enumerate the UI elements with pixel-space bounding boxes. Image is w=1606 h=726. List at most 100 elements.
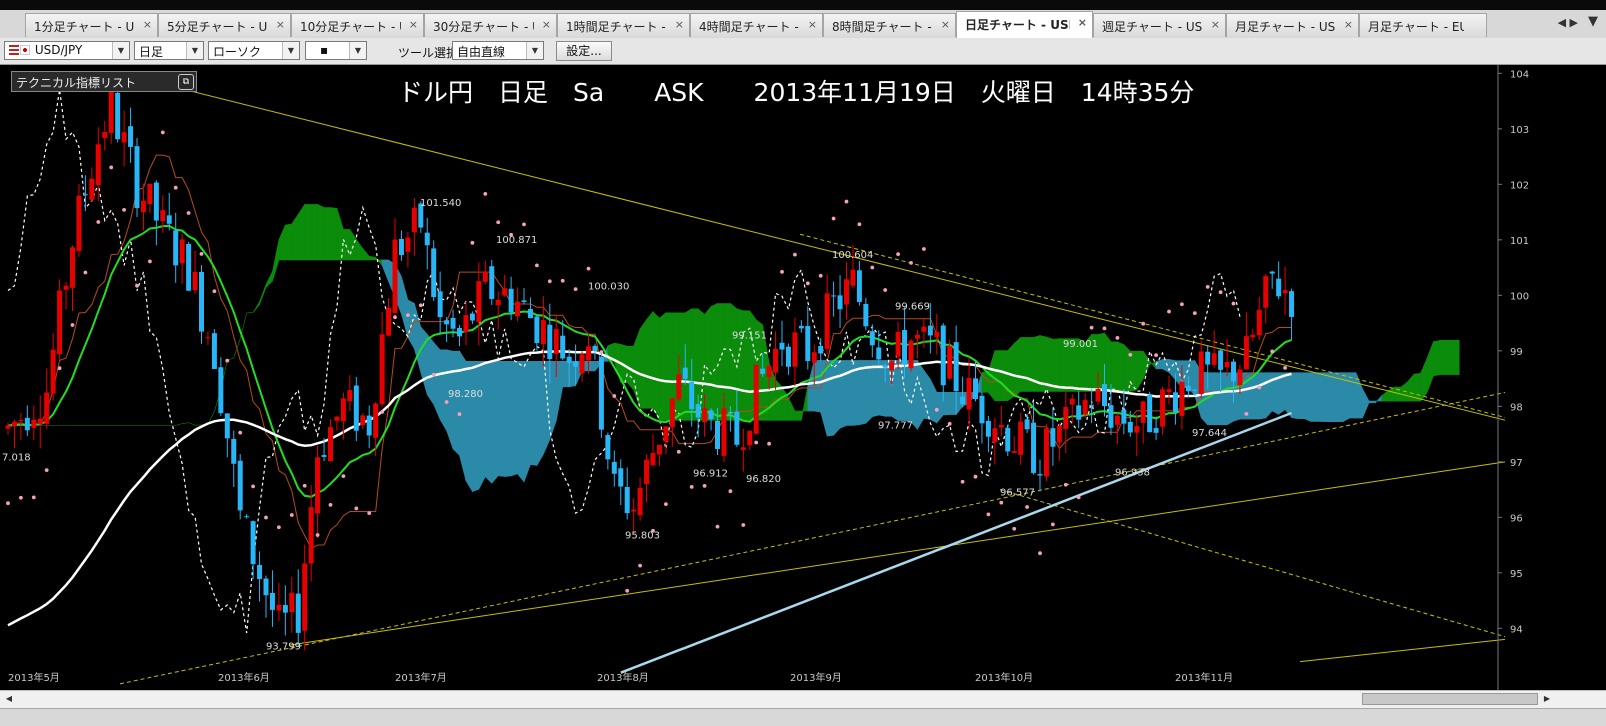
tab-label: 10分足チャート - USD/JPY: [300, 18, 401, 35]
candle-body: [554, 329, 559, 354]
candle-body: [438, 291, 443, 317]
us-flag-icon: [9, 45, 19, 55]
candle-body: [1250, 335, 1255, 337]
tab-label: 1時間足チャート - USD/JPY: [566, 18, 667, 35]
chart-area[interactable]: 103.736101.540100.871100.030100.60499.66…: [0, 65, 1606, 690]
tab-scroll-arrow-icon[interactable]: ◀ ▶: [1558, 16, 1578, 29]
cloud-segment: [1105, 333, 1111, 391]
tab-11[interactable]: 月足チャート - EUR/USD: [1359, 13, 1487, 37]
candle-body: [1063, 407, 1068, 429]
close-icon[interactable]: ×: [1078, 16, 1087, 29]
candle-body: [986, 421, 991, 437]
time-axis-label: 2013年7月: [395, 671, 447, 684]
candle-body: [425, 233, 430, 246]
scrollbar-thumb[interactable]: [1362, 693, 1538, 705]
candle-body: [328, 427, 333, 461]
cloud-segment: [176, 424, 182, 426]
scroll-left-icon[interactable]: ◀: [2, 693, 16, 705]
price-tick-label: 96: [1510, 513, 1523, 524]
candle-body: [347, 390, 352, 401]
timeframe-value: 日足: [139, 45, 163, 59]
cloud-segment: [730, 303, 736, 420]
cloud-segment: [266, 272, 272, 288]
tab-2[interactable]: 5分足チャート - USD/JPY×: [158, 13, 291, 37]
line-style-select[interactable]: ▪ ▼: [305, 41, 367, 60]
candle-body: [64, 286, 69, 290]
close-icon[interactable]: ×: [675, 18, 684, 31]
tab-8[interactable]: 日足チャート - USD/JPY×: [956, 11, 1093, 38]
tab-menu-icon[interactable]: ▼: [1588, 14, 1598, 29]
price-chart[interactable]: 103.736101.540100.871100.030100.60499.66…: [0, 65, 1560, 690]
technical-indicator-list[interactable]: テクニカル指標リスト ⧉: [11, 71, 197, 92]
candle-body: [638, 488, 643, 515]
candle-body: [799, 326, 804, 329]
cloud-segment: [814, 360, 820, 412]
tab-5[interactable]: 1時間足チャート - USD/JPY ×: [557, 13, 690, 37]
settings-button[interactable]: 設定...: [556, 41, 612, 61]
sar-dot: [1141, 322, 1145, 326]
sar-dot: [845, 200, 849, 204]
tab-4[interactable]: 30分足チャート - USD/JPY×: [424, 13, 557, 37]
candle-body: [541, 320, 546, 344]
close-icon[interactable]: ×: [1211, 18, 1220, 31]
sar-dot: [999, 501, 1003, 505]
candle-body: [354, 386, 359, 431]
sar-dot: [832, 217, 836, 221]
cloud-segment: [679, 313, 685, 421]
tab-6[interactable]: 4時間足チャート - USD/JPY×: [690, 13, 823, 37]
close-icon[interactable]: ×: [1344, 18, 1353, 31]
restore-window-icon[interactable]: ⧉: [178, 74, 194, 90]
candle-body: [883, 365, 888, 367]
sar-dot: [729, 489, 733, 493]
candle-body: [734, 412, 739, 445]
tab-1[interactable]: 1分足チャート - USD/JPY×: [25, 13, 158, 37]
cloud-segment: [801, 386, 807, 421]
timeframe-select[interactable]: 日足 ▼: [134, 41, 204, 60]
chart-type-select[interactable]: ローソク ▼: [208, 41, 300, 60]
close-icon[interactable]: ×: [143, 18, 152, 31]
sar-dot: [1025, 505, 1029, 509]
tab-10[interactable]: 月足チャート - USD×: [1226, 13, 1359, 37]
cloud-segment: [724, 303, 730, 420]
candle-body: [1121, 410, 1126, 424]
cloud-segment: [292, 214, 298, 260]
candle-body: [509, 289, 514, 313]
sar-dot: [1206, 285, 1210, 289]
cloud-segment: [427, 334, 433, 404]
cloud-segment: [485, 361, 491, 483]
scroll-right-icon[interactable]: ▶: [1540, 693, 1554, 705]
close-icon[interactable]: ×: [276, 18, 285, 31]
candle-body: [1044, 428, 1049, 476]
tab-9[interactable]: 週足チャート - USD×: [1093, 13, 1226, 37]
drawing-tool-select[interactable]: 自由直線 ▼: [452, 41, 544, 60]
price-annotation: 100.604: [832, 250, 873, 261]
price-annotation: 96.912: [693, 469, 728, 480]
cloud-segment: [718, 303, 724, 420]
price-axis: 949596979899100101102103104: [1498, 65, 1529, 690]
candle-body: [257, 565, 262, 579]
candle-body: [431, 248, 436, 297]
sar-dot: [496, 220, 500, 224]
close-icon[interactable]: ×: [542, 18, 551, 31]
cloud-segment: [1330, 373, 1336, 422]
cloud-segment: [382, 260, 388, 282]
horizontal-scrollbar[interactable]: ◀ ▶: [0, 690, 1606, 708]
tab-7[interactable]: 8時間足チャート - USD/JPY×: [823, 13, 956, 37]
cloud-segment: [866, 360, 872, 423]
close-icon[interactable]: ×: [941, 18, 950, 31]
sar-dot: [303, 484, 307, 488]
cloud-segment: [518, 361, 524, 482]
currency-pair-select[interactable]: USD/JPY ▼: [4, 41, 130, 60]
tab-3[interactable]: 10分足チャート - USD/JPY ×: [291, 13, 424, 37]
cloud-segment: [376, 257, 382, 265]
candle-body: [909, 341, 914, 369]
price-tick-label: 94: [1510, 624, 1523, 635]
close-icon[interactable]: ×: [808, 18, 817, 31]
tool-select-label: ツール選択: [398, 44, 458, 61]
close-icon[interactable]: ×: [409, 18, 418, 31]
sar-dot: [45, 468, 49, 472]
sar-dot: [819, 274, 823, 278]
time-axis: 2013年5月2013年6月2013年7月2013年8月2013年9月2013年…: [8, 671, 1233, 684]
sar-dot: [71, 323, 75, 327]
sar-dot: [806, 281, 810, 285]
